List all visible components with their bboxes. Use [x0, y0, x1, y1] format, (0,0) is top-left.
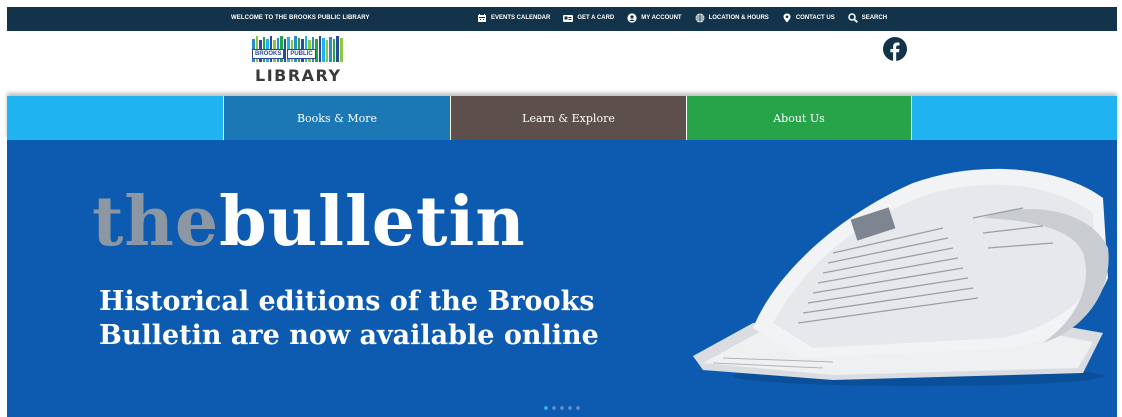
hero-subtitle: Historical editions of the Brooks Bullet…	[99, 285, 699, 353]
location-hours-link[interactable]: LOCATION & HOURS	[695, 13, 769, 23]
map-pin-icon	[782, 13, 792, 23]
hero-slider[interactable]: thebulletin Historical editions of the B…	[7, 140, 1117, 417]
events-calendar-label: EVENTS CALENDAR	[491, 15, 551, 21]
slider-dot-3[interactable]	[560, 406, 564, 410]
hero-title: thebulletin	[92, 182, 526, 262]
hero-title-the: the	[92, 182, 220, 262]
user-circle-icon	[627, 13, 637, 23]
slider-dot-1[interactable]	[544, 406, 548, 410]
nav-about-us[interactable]: About Us	[686, 96, 912, 140]
nav-books-and-more[interactable]: Books & More	[223, 96, 450, 140]
welcome-text: WELCOME TO THE BROOKS PUBLIC LIBRARY	[231, 15, 370, 21]
nav-learn-and-explore[interactable]: Learn & Explore	[450, 96, 686, 140]
hero-subtitle-line-1: Historical editions of the Brooks	[99, 286, 595, 317]
main-nav: Books & More Learn & Explore About Us	[7, 96, 1117, 140]
globe-icon	[695, 13, 705, 23]
my-account-label: MY ACCOUNT	[641, 15, 682, 21]
id-card-icon	[563, 13, 574, 23]
logo-label-boxes: BROOKS PUBLIC	[252, 49, 319, 59]
get-a-card-label: GET A CARD	[577, 15, 615, 21]
hero-subtitle-line-2: Bulletin are now available online	[99, 320, 599, 351]
search-icon	[847, 13, 858, 23]
contact-us-label: CONTACT US	[795, 15, 835, 21]
newspaper-image	[693, 168, 1109, 386]
contact-us-link[interactable]: CONTACT US	[782, 13, 835, 23]
calendar-icon	[477, 13, 487, 23]
location-hours-label: LOCATION & HOURS	[708, 15, 769, 21]
utility-links: EVENTS CALENDAR GET A CARD MY ACCOUNT LO…	[477, 13, 900, 23]
events-calendar-link[interactable]: EVENTS CALENDAR	[477, 13, 550, 23]
slider-dot-5[interactable]	[576, 406, 580, 410]
utility-bar: WELCOME TO THE BROOKS PUBLIC LIBRARY EVE…	[7, 7, 1117, 31]
site-header: BROOKS PUBLIC LIBRARY	[7, 31, 1117, 93]
facebook-icon	[883, 37, 907, 61]
slider-dot-2[interactable]	[552, 406, 556, 410]
facebook-link[interactable]	[883, 37, 907, 61]
search-label: SEARCH	[861, 15, 888, 21]
get-a-card-link[interactable]: GET A CARD	[563, 13, 614, 23]
my-account-link[interactable]: MY ACCOUNT	[627, 13, 682, 23]
logo-brooks-text: BROOKS	[252, 49, 285, 59]
search-link[interactable]: SEARCH	[847, 13, 888, 23]
slider-dot-4[interactable]	[568, 406, 572, 410]
logo-library-text: LIBRARY	[255, 66, 342, 85]
library-logo[interactable]: BROOKS PUBLIC LIBRARY	[247, 34, 347, 90]
slider-dots	[544, 406, 584, 410]
logo-public-text: PUBLIC	[287, 49, 316, 59]
hero-title-bulletin: bulletin	[219, 182, 526, 262]
